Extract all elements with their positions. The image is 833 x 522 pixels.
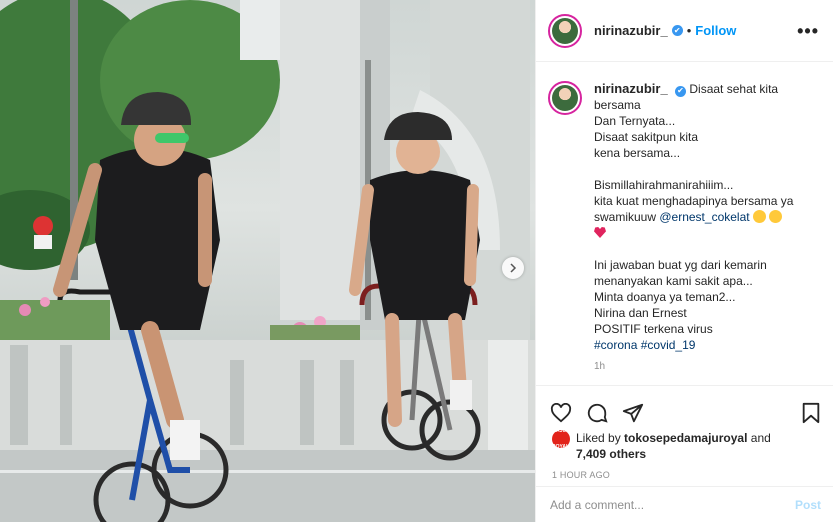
caption-line: swamikuuw @ernest_cokelat: [594, 209, 808, 225]
likes-text: Liked by tokosepedamajuroyal and 7,409 o…: [576, 430, 771, 462]
kissing-face-icon: [769, 210, 783, 223]
caption-line: kita kuat menghadapinya bersama ya: [594, 194, 794, 208]
likes-summary: MAJU ROYAL Liked by tokosepedamajuroyal …: [536, 428, 833, 462]
liker-username[interactable]: tokosepedamajuroyal: [624, 431, 747, 445]
likes-count[interactable]: 7,409 others: [576, 447, 646, 461]
comment-box: Post: [536, 486, 833, 522]
caption-line: Ini jawaban buat yg dari kemarin: [594, 258, 767, 272]
caption-line: [594, 161, 808, 177]
action-bar: [536, 386, 833, 430]
caption-line: kena bersama...: [594, 146, 681, 160]
paper-plane-icon[interactable]: [622, 402, 644, 424]
comment-bubble-icon[interactable]: [586, 402, 608, 424]
follow-button[interactable]: Follow: [695, 23, 736, 38]
caption-username[interactable]: nirinazubir_: [594, 81, 668, 96]
hashtag-link[interactable]: #corona: [594, 338, 637, 352]
author-username[interactable]: nirinazubir_: [594, 23, 668, 38]
likes-prefix: Liked by: [576, 431, 621, 445]
post-comment-button[interactable]: Post: [795, 498, 821, 512]
heart-outline-icon[interactable]: [550, 403, 572, 423]
mention-link[interactable]: @ernest_cokelat: [659, 210, 749, 224]
avatar[interactable]: [548, 13, 582, 48]
bookmark-icon[interactable]: [801, 402, 821, 424]
post-footer: MAJU ROYAL Liked by tokosepedamajuroyal …: [536, 385, 833, 480]
caption-line: POSITIF terkena virus: [594, 322, 713, 336]
caption-avatar[interactable]: [548, 81, 582, 115]
hashtag-link[interactable]: #covid_19: [641, 338, 696, 352]
next-image-button[interactable]: [502, 257, 524, 279]
red-heart-icon: [594, 227, 606, 238]
likes-and: and: [750, 431, 771, 445]
caption-line: Minta doanya ya teman2...: [594, 290, 736, 304]
separator-dot: •: [686, 23, 692, 38]
smiling-face-icon: [752, 210, 766, 223]
verified-badge-icon: ✔: [675, 85, 687, 97]
caption-line: Dan Ternyata...: [594, 114, 676, 128]
caption: nirinazubir_ ✔ Disaat sehat kita bersama…: [548, 81, 823, 375]
caption-line: Nirina dan Ernest: [594, 306, 687, 320]
post-sidebar: nirinazubir_ ✔ • Follow ••• nirinazubir_…: [535, 0, 833, 522]
comment-input[interactable]: [550, 497, 795, 512]
more-options-icon[interactable]: •••: [797, 22, 819, 40]
caption-line: Bismillahirahmanirahiiim...: [594, 178, 734, 192]
caption-line: [594, 225, 808, 241]
liker-avatar[interactable]: MAJU ROYAL: [552, 428, 570, 450]
caption-line: bersama: [594, 98, 641, 112]
caption-text: swamikuuw: [594, 210, 657, 224]
caption-text: Disaat sehat kita: [689, 82, 779, 96]
verified-badge-icon: ✔: [671, 25, 683, 36]
post-header: nirinazubir_ ✔ • Follow •••: [536, 0, 833, 62]
chevron-right-icon: [510, 263, 517, 273]
caption-line: Disaat sakitpun kita: [594, 130, 699, 144]
post-timestamp[interactable]: 1 HOUR AGO: [536, 462, 833, 480]
caption-body: nirinazubir_ ✔ Disaat sehat kita bersama…: [594, 81, 808, 375]
caption-line: #corona #covid_19: [594, 337, 808, 353]
post-photo[interactable]: [0, 0, 535, 522]
caption-line: [594, 241, 808, 257]
caption-time[interactable]: 1h: [594, 359, 808, 375]
cyclists-photo: [0, 0, 535, 522]
caption-line: nirinazubir_ ✔ Disaat sehat kita: [594, 81, 808, 97]
caption-line: menanyakan kami sakit apa...: [594, 274, 753, 288]
